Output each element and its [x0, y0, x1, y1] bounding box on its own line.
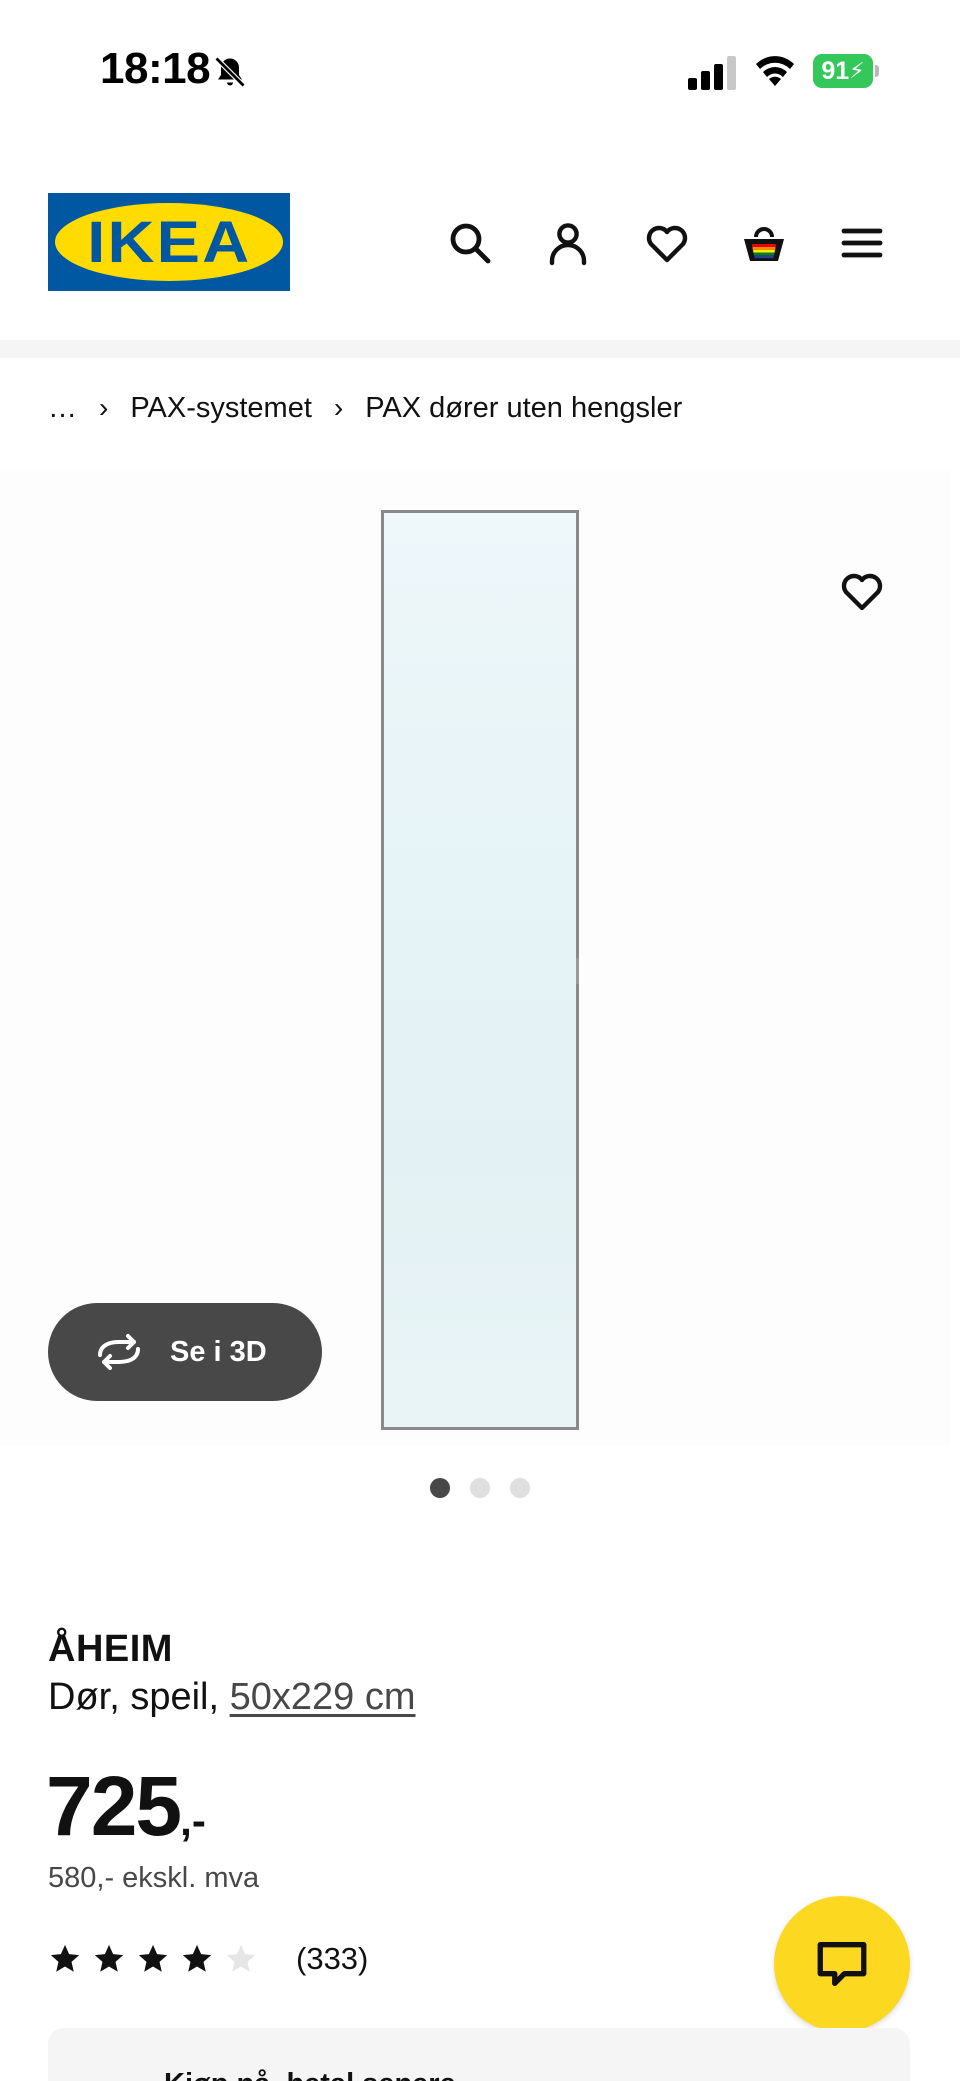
- star-filled-icon: [94, 1944, 124, 1972]
- star-filled-icon: [182, 1944, 212, 1972]
- gallery-dot-1[interactable]: [430, 1478, 450, 1498]
- add-to-favourites-button[interactable]: [836, 565, 888, 617]
- mirror-door-image: [381, 510, 579, 1430]
- heart-icon: [646, 225, 688, 263]
- chevron-right-icon: ›: [333, 392, 344, 423]
- product-description: Dør, speil, 50x229 cm: [48, 1676, 416, 1719]
- view-in-3d-button[interactable]: Se i 3D: [48, 1303, 322, 1401]
- cellular-signal-icon: [688, 56, 736, 90]
- user-icon: [549, 223, 587, 266]
- battery-level: 91 ⚡: [813, 54, 873, 88]
- buy-now-pay-later-label: Kjøp nå, hetal senere: [164, 2068, 456, 2081]
- battery-indicator: 91 ⚡: [813, 54, 879, 88]
- site-header: IKEA: [0, 140, 960, 340]
- hamburger-menu-icon: [841, 228, 883, 258]
- account-button[interactable]: [542, 217, 594, 269]
- product-name: ÅHEIM: [48, 1628, 173, 1670]
- search-button[interactable]: [444, 217, 496, 269]
- shopping-basket-icon: [744, 227, 784, 261]
- chat-button[interactable]: [774, 1896, 910, 2032]
- view-in-3d-label: Se i 3D: [170, 1335, 267, 1368]
- header-divider: [0, 340, 960, 358]
- product-size-link[interactable]: 50x229 cm: [230, 1676, 416, 1718]
- breadcrumb: … › PAX-systemet › PAX dører uten hengsl…: [48, 388, 682, 428]
- review-count: (333): [296, 1941, 369, 1976]
- status-time: 18:18: [100, 44, 211, 93]
- bell-muted-icon: [214, 56, 246, 88]
- product-type: Dør, speil,: [48, 1676, 230, 1718]
- star-filled-icon: [50, 1944, 80, 1972]
- wifi-icon: [756, 56, 794, 86]
- star-empty-icon: [226, 1944, 256, 1972]
- status-bar: 18:18 91 ⚡: [0, 0, 960, 140]
- gallery-dot-3[interactable]: [510, 1478, 530, 1498]
- mirror-edge-detail: [576, 958, 579, 984]
- gallery-dot-2[interactable]: [470, 1478, 490, 1498]
- chat-bubble-icon: [817, 1942, 867, 1986]
- price-suffix: ,-: [180, 1797, 206, 1844]
- breadcrumb-item-pax-doors[interactable]: PAX dører uten hengsler: [365, 392, 682, 425]
- product-gallery[interactable]: Se i 3D: [0, 470, 960, 1455]
- favourites-button[interactable]: [641, 217, 693, 269]
- heart-icon: [841, 573, 883, 611]
- shopping-bag-button[interactable]: [738, 217, 790, 269]
- breadcrumb-ellipsis[interactable]: …: [48, 392, 77, 425]
- charging-bolt-icon: ⚡: [849, 58, 865, 83]
- chevron-right-icon: ›: [99, 392, 109, 423]
- product-rating[interactable]: (333): [48, 1938, 368, 1980]
- price-amount: 725: [46, 1759, 182, 1853]
- rotate-3d-icon: [98, 1334, 140, 1370]
- price-excl-vat: 580,- ekskl. mva: [48, 1862, 260, 1894]
- logo-ellipse: IKEA: [55, 203, 283, 281]
- logo-text: IKEA: [86, 209, 252, 275]
- product-price: 725 ,-: [46, 1758, 206, 1855]
- product-image: [0, 470, 950, 1445]
- search-icon: [450, 223, 491, 264]
- breadcrumb-item-pax-system[interactable]: PAX-systemet: [130, 392, 312, 425]
- menu-button[interactable]: [836, 217, 888, 269]
- ikea-logo[interactable]: IKEA: [48, 193, 290, 291]
- star-filled-icon: [138, 1944, 168, 1972]
- gallery-pagination: [430, 1478, 530, 1498]
- buy-now-pay-later-card[interactable]: Kjøp nå, hetal senere: [48, 2028, 910, 2081]
- battery-cap: [875, 65, 879, 77]
